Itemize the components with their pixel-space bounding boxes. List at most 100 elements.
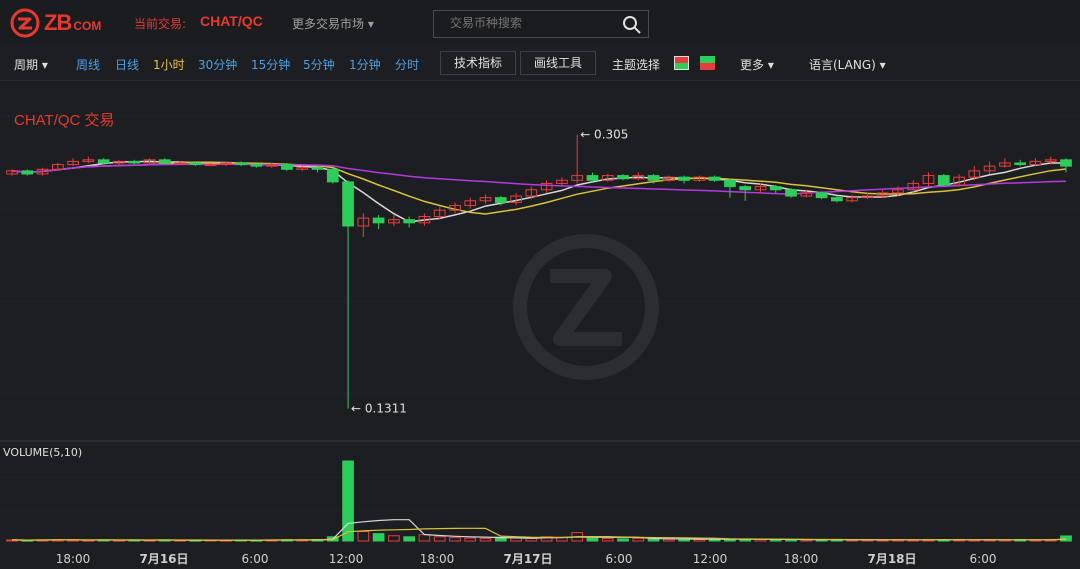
candle-body (189, 162, 202, 166)
top-header: ZB COM 当前交易: CHAT/QC 更多交易市场 ▾ (0, 0, 1080, 46)
zb-logo-icon (10, 8, 40, 38)
volume-bar (647, 538, 660, 542)
candle-body (785, 189, 797, 197)
moving-averages (11, 160, 1067, 223)
time-axis-tick: 6:00 (242, 552, 269, 566)
search-input[interactable] (450, 16, 610, 30)
interval-1m[interactable]: 1分钟 (349, 56, 381, 73)
chart-toolbar: 周期 ▾ 周线 日线 1小时 30分钟 15分钟 5分钟 1分钟 分时 技术指标… (0, 46, 1080, 81)
volume-bar (601, 537, 614, 542)
interval-15m[interactable]: 15分钟 (251, 56, 290, 73)
zb-logo[interactable]: ZB COM (10, 8, 101, 38)
volume-bar (357, 531, 370, 542)
candle-body (281, 164, 293, 170)
draw-tools-button[interactable]: 画线工具 (520, 51, 596, 75)
interval-5m[interactable]: 5分钟 (303, 56, 335, 73)
chart-grid (0, 115, 1080, 512)
candlestick-series (6, 134, 1072, 409)
candle-body (250, 164, 263, 167)
price-chart[interactable]: CHAT/QC 交易 ← 0.305 ← 0.1311 VOLUME(5,10)… (0, 81, 1080, 569)
chart-title: CHAT/QC 交易 (14, 111, 115, 129)
candle-body (708, 176, 721, 181)
volume-bar (693, 539, 706, 542)
volume-bar (388, 535, 400, 542)
candle-body (326, 168, 339, 183)
volume-bar (403, 536, 416, 542)
period-dropdown[interactable]: 周期 ▾ (14, 56, 48, 73)
candle-body (174, 162, 186, 165)
indicators-button[interactable]: 技术指标 (440, 51, 516, 75)
volume-bar (1060, 535, 1072, 542)
candle-body (372, 217, 385, 224)
watermark-logo-icon (513, 234, 659, 380)
ma-line (11, 160, 1066, 223)
candle-body (235, 162, 247, 166)
volume-label: VOLUME(5,10) (3, 446, 82, 459)
interval-1h[interactable]: 1小时 (153, 56, 185, 73)
candle-body (403, 219, 416, 224)
candle-body (342, 181, 354, 227)
time-axis: 18:00 7月16日 6:00 12:00 18:00 7月17日 6:00 12:00 18… (56, 552, 997, 566)
high-price-label: ← 0.305 (580, 128, 628, 142)
time-axis-tick: 6:00 (606, 552, 633, 566)
volume-bar (449, 537, 461, 542)
time-axis-tick: 12:00 (329, 552, 364, 566)
current-pair: CHAT/QC (200, 13, 263, 29)
candle-body (724, 179, 736, 188)
candle-body (937, 175, 950, 186)
more-dropdown[interactable]: 更多 ▾ (740, 56, 774, 73)
candle-body (831, 197, 843, 202)
time-axis-tick: 7月17日 (503, 552, 552, 566)
candle-body (1060, 159, 1072, 167)
candle-body (494, 197, 507, 203)
candle-body (586, 175, 599, 181)
candle-body (158, 159, 171, 164)
time-axis-tick: 6:00 (970, 552, 997, 566)
search-icon[interactable] (622, 15, 642, 35)
language-dropdown[interactable]: 语言(LANG) ▾ (809, 56, 886, 73)
more-markets-dropdown[interactable]: 更多交易市场 ▾ (292, 15, 374, 32)
logo-text: ZB (44, 10, 72, 35)
candle-body (678, 176, 690, 181)
candle-body (739, 186, 752, 191)
time-axis-tick: 12:00 (693, 552, 728, 566)
volume-bar (586, 537, 599, 542)
volume-bar (342, 460, 354, 542)
volume-bar (479, 537, 492, 542)
volume-bar (632, 537, 645, 542)
interval-weekly[interactable]: 周线 (76, 56, 100, 73)
interval-30m[interactable]: 30分钟 (198, 56, 237, 73)
candle-body (647, 175, 660, 181)
theme-label: 主题选择 (612, 58, 661, 72)
theme-swatch-light[interactable] (674, 56, 689, 70)
time-axis-tick: 7月16日 (139, 552, 188, 566)
interval-timeline[interactable]: 分时 (395, 56, 419, 73)
theme-swatch-dark[interactable] (700, 56, 715, 70)
candle-body (311, 167, 324, 170)
candle-body (815, 192, 828, 199)
time-axis-tick: 18:00 (784, 552, 819, 566)
volume-bar (372, 533, 385, 542)
volume-bar (662, 538, 675, 542)
search-box[interactable] (433, 10, 649, 38)
volume-bar (617, 538, 629, 542)
candle-body (97, 159, 110, 164)
time-axis-tick: 18:00 (420, 552, 455, 566)
volume-bar (418, 534, 431, 542)
current-pair-label: 当前交易: (134, 17, 187, 31)
candle-body (617, 175, 629, 180)
candle-body (204, 164, 217, 167)
logo-sub-text: COM (73, 19, 102, 33)
candle-body (1014, 162, 1027, 166)
time-axis-tick: 18:00 (56, 552, 91, 566)
candle-body (21, 170, 34, 175)
low-price-label: ← 0.1311 (351, 402, 407, 416)
interval-daily[interactable]: 日线 (115, 56, 139, 73)
candle-body (769, 186, 782, 191)
volume-series (6, 460, 1072, 542)
volume-bar (464, 537, 477, 542)
volume-bar (433, 536, 446, 542)
candle-body (128, 160, 141, 164)
time-axis-tick: 7月18日 (867, 552, 916, 566)
volume-bar (525, 537, 538, 542)
